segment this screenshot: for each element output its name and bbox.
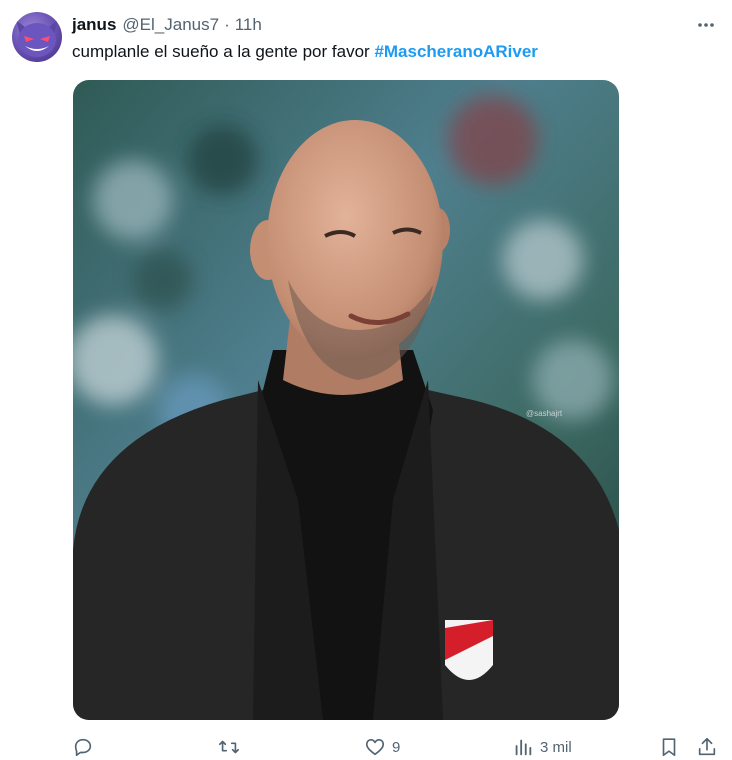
reply-button[interactable]: [72, 734, 100, 760]
heart-icon: [365, 739, 385, 756]
bookmark-icon: [662, 738, 676, 757]
timestamp[interactable]: 11h: [235, 15, 262, 35]
separator-dot: ·: [224, 15, 230, 34]
tweet-media-image[interactable]: @sashajrt: [73, 80, 619, 720]
tweet-body: cumplanle el sueño a la gente por favor: [72, 42, 370, 61]
author-handle[interactable]: @El_Janus7: [122, 15, 219, 35]
retweet-icon: [219, 740, 239, 754]
tweet-action-bar: 9 3 mil: [72, 734, 720, 760]
bar-chart-icon: [515, 739, 532, 756]
more-options-button[interactable]: [692, 12, 720, 38]
more-horizontal-icon: [698, 23, 714, 27]
avatar-gengar-image: [16, 20, 58, 57]
share-icon: [698, 737, 716, 756]
hashtag-link[interactable]: #MascheranoARiver: [374, 42, 537, 61]
reply-icon: [74, 738, 92, 757]
author-name[interactable]: janus: [72, 15, 116, 35]
views-button[interactable]: 3 mil: [512, 734, 572, 760]
bookmark-button[interactable]: [658, 734, 680, 760]
retweet-button[interactable]: [218, 734, 246, 760]
image-watermark: @sashajrt: [526, 409, 563, 418]
photo-man-in-suit: @sashajrt: [73, 80, 619, 720]
like-count: 9: [392, 738, 401, 756]
tweet-header: janus @El_Janus7 · 11h: [72, 14, 262, 36]
avatar[interactable]: [12, 12, 62, 62]
tweet-text: cumplanle el sueño a la gente por favor …: [72, 42, 538, 62]
share-button[interactable]: [696, 734, 718, 760]
like-button[interactable]: 9: [364, 734, 400, 760]
views-count: 3 mil: [540, 738, 572, 756]
